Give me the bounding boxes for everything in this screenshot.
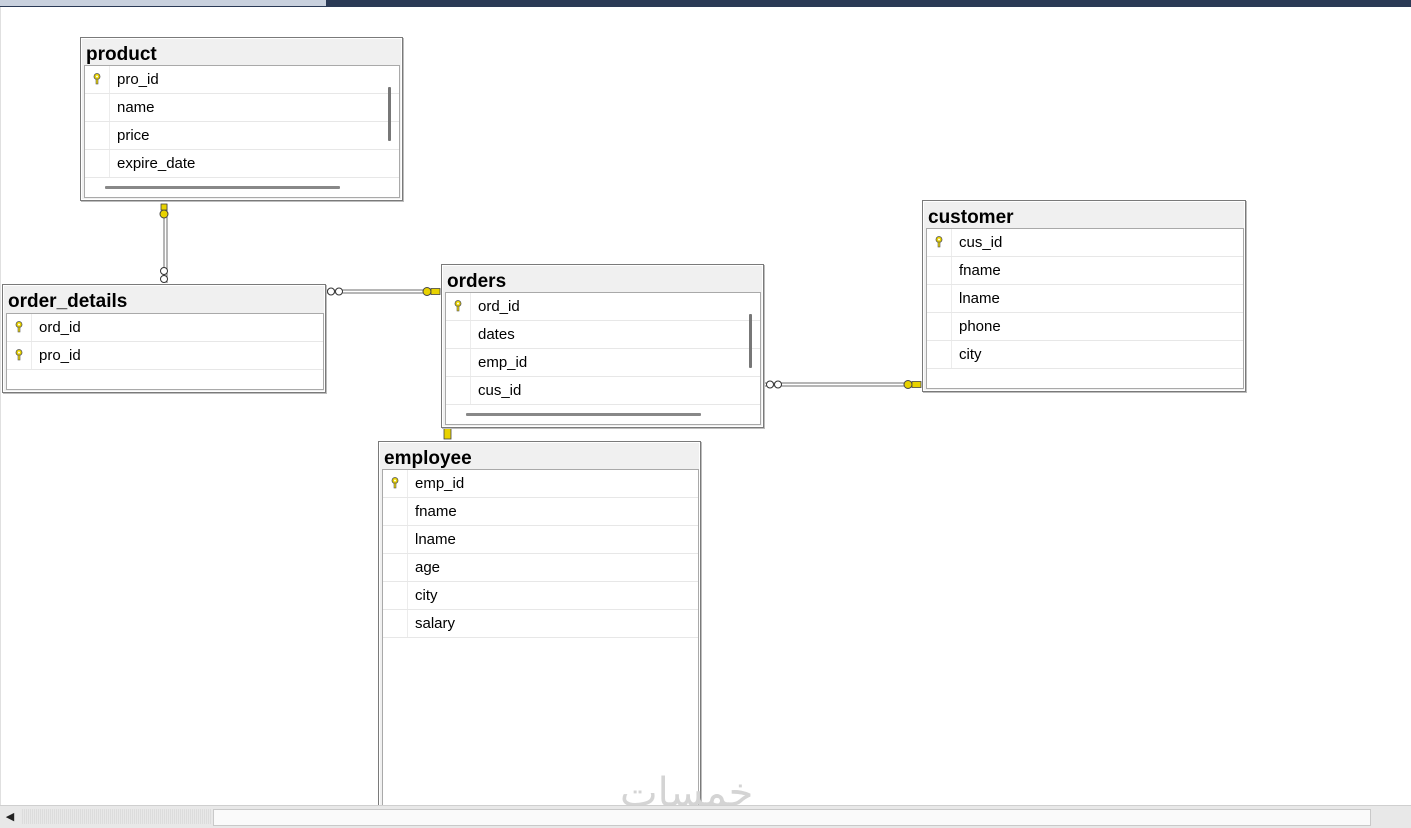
relation-orders-order-details[interactable] xyxy=(324,287,441,296)
relation-product-order-details[interactable] xyxy=(159,203,169,283)
scroll-left-arrow-icon[interactable]: ◀ xyxy=(2,809,18,825)
column-name: city xyxy=(415,587,438,604)
primary-key-icon xyxy=(15,349,23,361)
key-cell xyxy=(7,342,32,369)
column-row[interactable]: emp_id xyxy=(446,349,760,377)
vertical-scrollbar[interactable] xyxy=(388,87,391,141)
column-row[interactable]: city xyxy=(383,582,698,610)
primary-key-icon xyxy=(391,477,399,489)
column-name: name xyxy=(117,99,155,116)
key-cell xyxy=(7,314,32,341)
column-row[interactable]: pro_id xyxy=(85,66,399,94)
key-cell xyxy=(446,293,471,320)
column-row[interactable]: name xyxy=(85,94,399,122)
key-cell xyxy=(383,610,408,637)
column-name: lname xyxy=(959,290,1000,307)
column-row[interactable]: pro_id xyxy=(7,342,323,370)
primary-key-icon xyxy=(454,300,462,312)
column-name: ord_id xyxy=(39,319,81,336)
table-title: product xyxy=(86,44,157,65)
scrollbar-track[interactable] xyxy=(22,809,212,824)
column-grid: ord_id dates emp_id cus_id xyxy=(445,292,761,425)
column-row[interactable]: cus_id xyxy=(927,229,1243,257)
column-row[interactable]: salary xyxy=(383,610,698,638)
column-grid: cus_id fname lname phone city xyxy=(926,228,1244,389)
column-row[interactable]: cus_id xyxy=(446,377,760,405)
column-name: pro_id xyxy=(117,71,159,88)
column-row[interactable]: ord_id xyxy=(446,293,760,321)
horizontal-scrollbar[interactable] xyxy=(105,186,340,189)
key-cell xyxy=(927,313,952,340)
column-name: expire_date xyxy=(117,155,196,172)
scrollbar-thumb[interactable] xyxy=(213,809,1371,826)
column-name: dates xyxy=(478,326,515,343)
key-cell xyxy=(383,470,408,497)
table-title: customer xyxy=(928,207,1014,228)
column-row[interactable]: expire_date xyxy=(85,150,399,178)
key-cell xyxy=(383,554,408,581)
column-name: lname xyxy=(415,531,456,548)
key-cell xyxy=(927,341,952,368)
column-row[interactable]: age xyxy=(383,554,698,582)
table-orders[interactable]: orders ord_id dates emp_id cus_id xyxy=(441,264,764,428)
key-cell xyxy=(446,349,471,376)
table-customer[interactable]: customer cus_id fname lname phone city xyxy=(922,200,1246,392)
column-name: emp_id xyxy=(415,475,465,492)
column-name: fname xyxy=(415,503,457,520)
column-row[interactable]: emp_id xyxy=(383,470,698,498)
vertical-scrollbar[interactable] xyxy=(749,314,752,368)
column-row[interactable]: lname xyxy=(383,526,698,554)
key-cell xyxy=(85,122,110,149)
horizontal-scrollbar[interactable] xyxy=(466,413,701,416)
column-row[interactable]: fname xyxy=(383,498,698,526)
column-name: cus_id xyxy=(478,382,522,399)
column-name: fname xyxy=(959,262,1001,279)
key-cell xyxy=(85,66,110,93)
column-name: cus_id xyxy=(959,234,1003,251)
column-row[interactable]: price xyxy=(85,122,399,150)
key-cell xyxy=(383,498,408,525)
key-cell xyxy=(383,582,408,609)
column-name: city xyxy=(959,346,982,363)
column-name: salary xyxy=(415,615,456,632)
primary-key-icon xyxy=(93,73,101,85)
primary-key-icon xyxy=(935,236,943,248)
column-name: ord_id xyxy=(478,298,520,315)
column-grid: pro_id name price expire_date xyxy=(84,65,400,198)
column-name: phone xyxy=(959,318,1001,335)
column-name: emp_id xyxy=(478,354,528,371)
column-grid: emp_id fname lname age city salary xyxy=(382,469,699,810)
key-cell xyxy=(85,150,110,177)
key-cell xyxy=(85,94,110,121)
column-row[interactable]: lname xyxy=(927,285,1243,313)
key-cell xyxy=(446,377,471,404)
table-title: order_details xyxy=(8,291,128,312)
key-cell xyxy=(383,526,408,553)
table-order-details[interactable]: order_details ord_id pro_id xyxy=(2,284,326,393)
column-row[interactable]: ord_id xyxy=(7,314,323,342)
column-row[interactable]: city xyxy=(927,341,1243,369)
table-employee[interactable]: employee emp_id fname lname age city sal… xyxy=(378,441,701,822)
column-grid: ord_id pro_id xyxy=(6,313,324,390)
table-title: employee xyxy=(384,448,472,469)
column-name: price xyxy=(117,127,150,144)
column-row[interactable]: phone xyxy=(927,313,1243,341)
relation-customer-orders[interactable] xyxy=(763,380,922,389)
key-cell xyxy=(927,285,952,312)
key-cell xyxy=(927,229,952,256)
relation-employee-orders[interactable] xyxy=(443,427,452,440)
column-name: age xyxy=(415,559,441,576)
table-product[interactable]: product pro_id name price expire_date xyxy=(80,37,403,201)
primary-key-icon xyxy=(15,321,23,333)
column-row[interactable]: fname xyxy=(927,257,1243,285)
column-name: pro_id xyxy=(39,347,81,364)
table-title: orders xyxy=(447,271,507,292)
key-cell xyxy=(927,257,952,284)
horizontal-canvas-scrollbar[interactable]: ◀ xyxy=(0,805,1411,828)
column-row[interactable]: dates xyxy=(446,321,760,349)
key-cell xyxy=(446,321,471,348)
